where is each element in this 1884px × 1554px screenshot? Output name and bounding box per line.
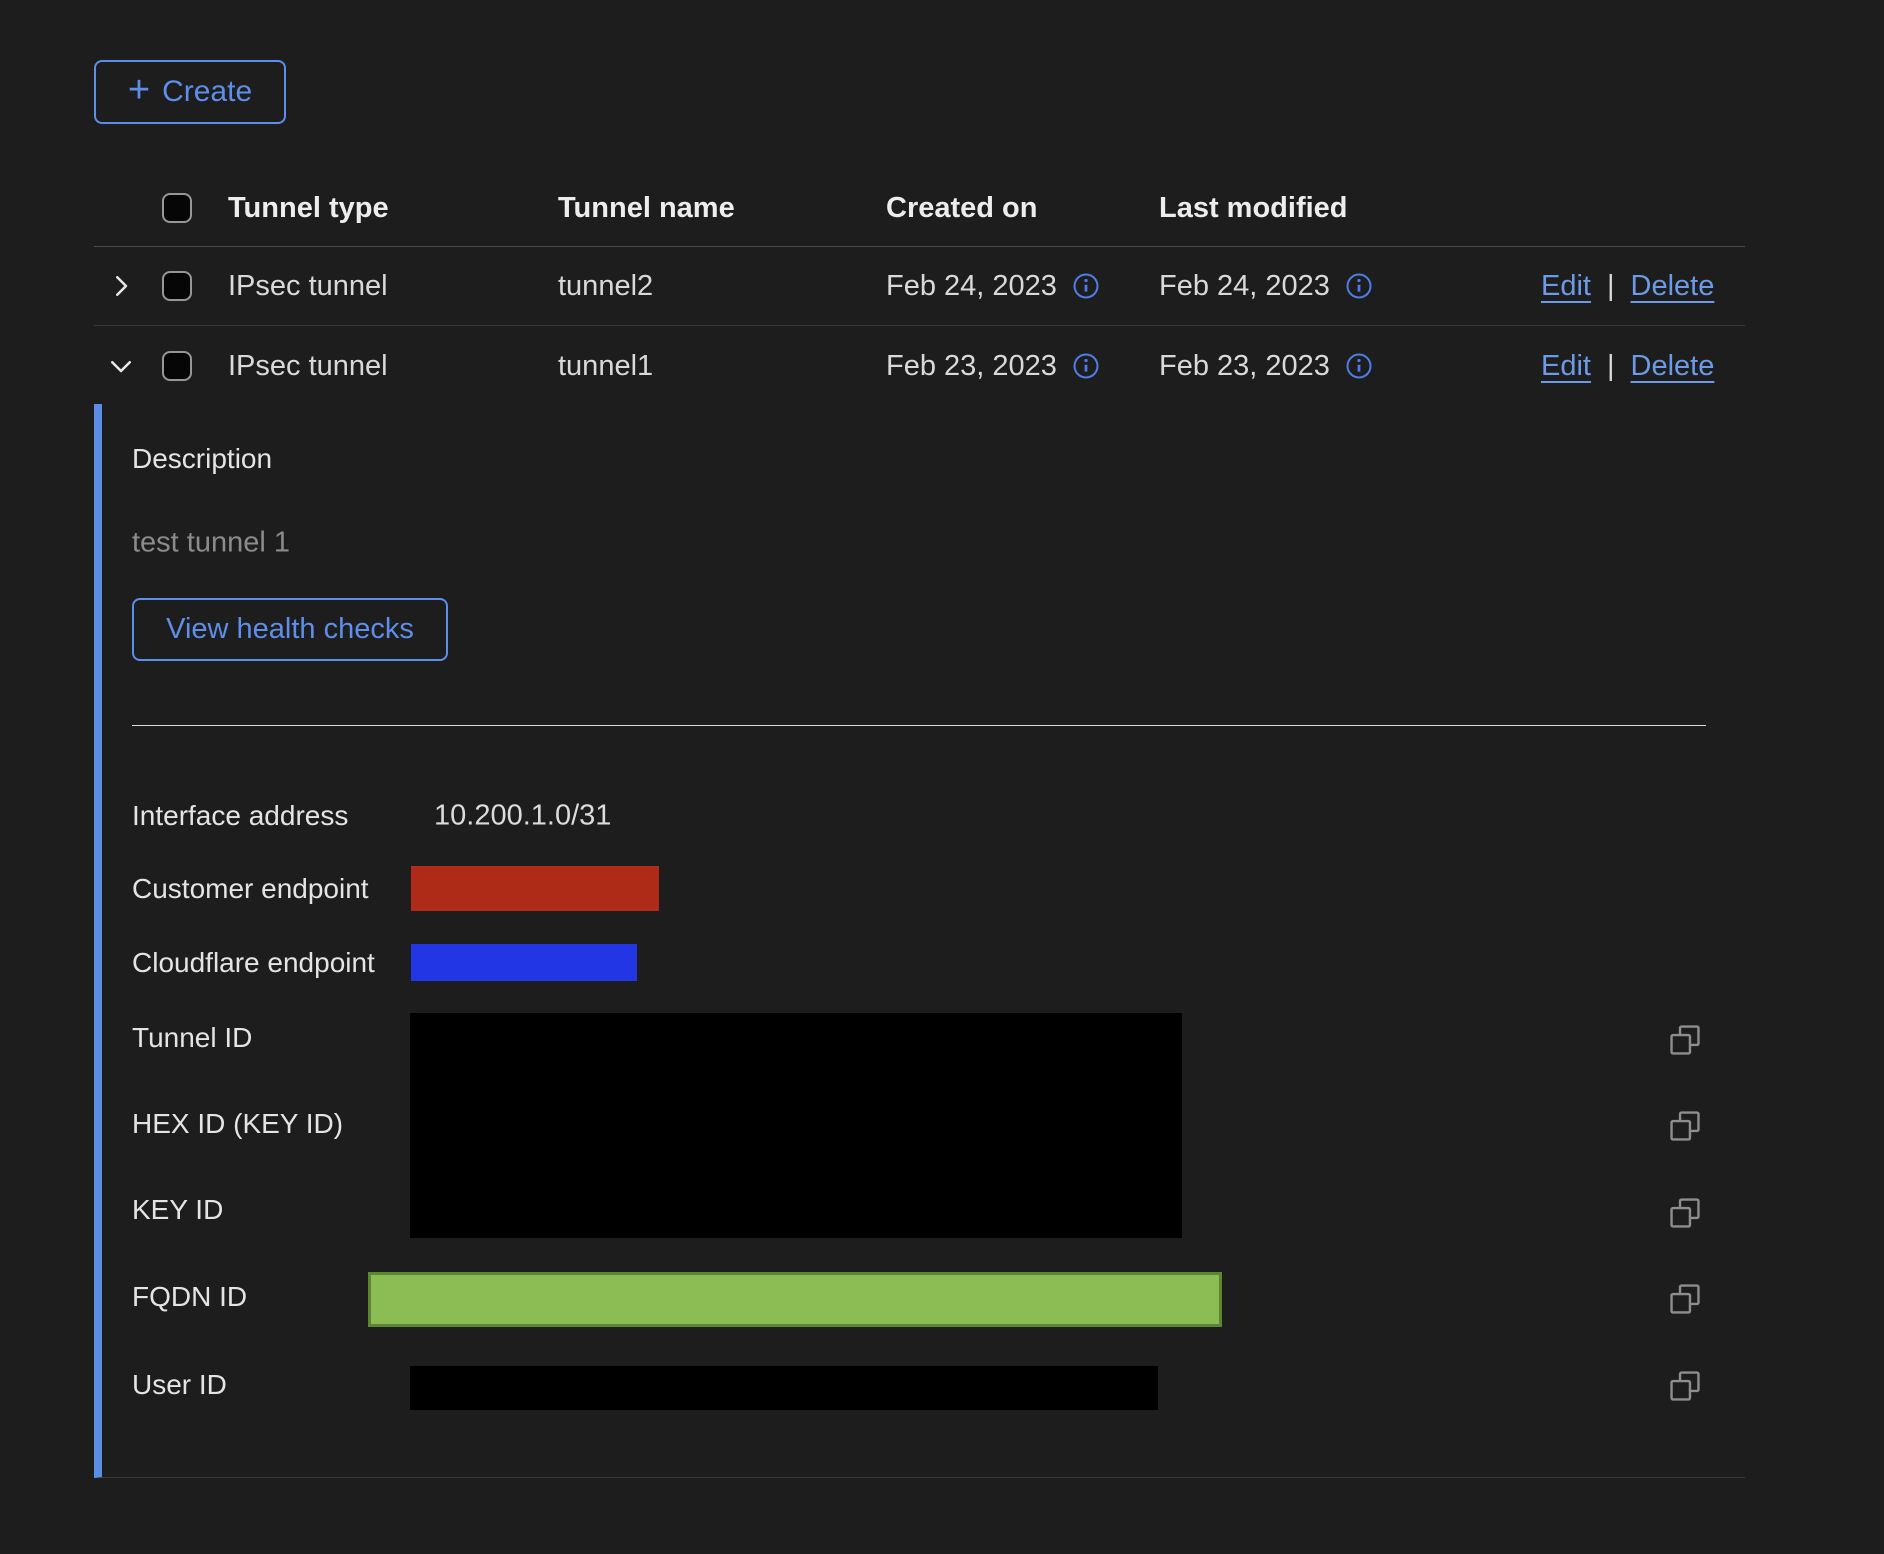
- tunnel-name-cell: tunnel2: [558, 270, 886, 303]
- info-icon[interactable]: [1344, 271, 1374, 301]
- description-label: Description: [132, 443, 272, 475]
- actions-separator: |: [1607, 350, 1615, 383]
- view-health-checks-button[interactable]: View health checks: [132, 598, 448, 661]
- row-checkbox[interactable]: [162, 271, 192, 301]
- last-modified-cell: Feb 24, 2023: [1159, 270, 1541, 303]
- last-modified-value: Feb 24, 2023: [1159, 270, 1330, 303]
- edit-link[interactable]: Edit: [1541, 270, 1591, 303]
- fqdn-id-redacted-value: [368, 1272, 1222, 1327]
- col-header-tunnel-name: Tunnel name: [558, 192, 886, 225]
- copy-fqdn-id-button[interactable]: [1668, 1282, 1702, 1316]
- user-id-redacted-value: [410, 1366, 1158, 1410]
- table-row-tunnel2: IPsec tunnel tunnel2 Feb 24, 2023 Feb 24…: [94, 247, 1745, 326]
- user-id-label: User ID: [132, 1369, 227, 1401]
- hex-id-label: HEX ID (KEY ID): [132, 1108, 343, 1140]
- interface-address-label: Interface address: [132, 800, 348, 832]
- create-button[interactable]: + Create: [94, 60, 286, 124]
- copy-key-id-button[interactable]: [1668, 1196, 1702, 1230]
- ids-redacted-value: [410, 1013, 1182, 1238]
- delete-link[interactable]: Delete: [1631, 350, 1715, 383]
- customer-endpoint-redacted-value: [411, 866, 659, 911]
- tunnel-id-label: Tunnel ID: [132, 1022, 252, 1054]
- delete-link[interactable]: Delete: [1631, 270, 1715, 303]
- chevron-down-icon[interactable]: [106, 351, 136, 381]
- tunnels-page: + Create Tunnel type Tunnel name Created…: [0, 0, 1884, 1554]
- key-id-label: KEY ID: [132, 1194, 223, 1226]
- col-header-last-modified: Last modified: [1159, 192, 1541, 225]
- chevron-right-icon[interactable]: [106, 271, 136, 301]
- copy-user-id-button[interactable]: [1668, 1369, 1702, 1403]
- copy-tunnel-id-button[interactable]: [1668, 1023, 1702, 1057]
- table-header-row: Tunnel type Tunnel name Created on Last …: [94, 170, 1745, 247]
- expand-cell: [94, 271, 162, 301]
- interface-address-value: 10.200.1.0/31: [434, 800, 611, 833]
- tunnel-name-cell: tunnel1: [558, 350, 886, 383]
- expand-cell: [94, 351, 162, 381]
- copy-icon: [1668, 1023, 1702, 1057]
- row-checkbox[interactable]: [162, 351, 192, 381]
- create-button-label: Create: [162, 75, 252, 109]
- created-on-value: Feb 23, 2023: [886, 350, 1057, 383]
- copy-icon: [1668, 1196, 1702, 1230]
- table-row-tunnel1: IPsec tunnel tunnel1 Feb 23, 2023 Feb 23…: [94, 326, 1745, 406]
- cloudflare-endpoint-redacted-value: [411, 944, 637, 981]
- checkbox-cell: [162, 271, 228, 301]
- copy-icon: [1668, 1282, 1702, 1316]
- tunnel-type-cell: IPsec tunnel: [228, 270, 558, 303]
- last-modified-cell: Feb 23, 2023: [1159, 350, 1541, 383]
- plus-icon: +: [128, 71, 150, 109]
- header-checkbox-cell: [162, 193, 228, 223]
- copy-icon: [1668, 1369, 1702, 1403]
- last-modified-value: Feb 23, 2023: [1159, 350, 1330, 383]
- customer-endpoint-label: Customer endpoint: [132, 873, 369, 905]
- col-header-created-on: Created on: [886, 192, 1159, 225]
- info-icon[interactable]: [1071, 271, 1101, 301]
- row-actions-cell: Edit | Delete: [1541, 270, 1745, 303]
- description-value: test tunnel 1: [132, 527, 290, 560]
- created-on-cell: Feb 24, 2023: [886, 270, 1159, 303]
- tunnel-details-panel: Description test tunnel 1 View health ch…: [94, 404, 1745, 1478]
- cloudflare-endpoint-label: Cloudflare endpoint: [132, 947, 375, 979]
- fqdn-id-label: FQDN ID: [132, 1281, 247, 1313]
- select-all-checkbox[interactable]: [162, 193, 192, 223]
- actions-separator: |: [1607, 270, 1615, 303]
- details-divider: [132, 725, 1706, 726]
- info-icon[interactable]: [1071, 351, 1101, 381]
- checkbox-cell: [162, 351, 228, 381]
- created-on-value: Feb 24, 2023: [886, 270, 1057, 303]
- tunnels-table: Tunnel type Tunnel name Created on Last …: [94, 170, 1745, 406]
- copy-icon: [1668, 1109, 1702, 1143]
- info-icon[interactable]: [1344, 351, 1374, 381]
- col-header-tunnel-type: Tunnel type: [228, 192, 558, 225]
- row-actions-cell: Edit | Delete: [1541, 350, 1745, 383]
- created-on-cell: Feb 23, 2023: [886, 350, 1159, 383]
- copy-hex-id-button[interactable]: [1668, 1109, 1702, 1143]
- tunnel-type-cell: IPsec tunnel: [228, 350, 558, 383]
- edit-link[interactable]: Edit: [1541, 350, 1591, 383]
